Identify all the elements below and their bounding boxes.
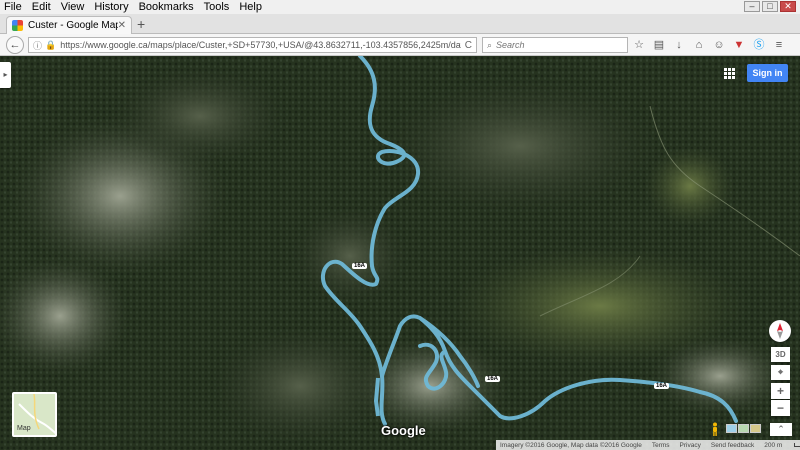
tab-bar: Custer - Google Maps ✕ + bbox=[0, 14, 800, 34]
map-canvas[interactable]: 16A 16A 16A ▸ Sign in 3D ⌖ + − Map Googl… bbox=[0, 56, 800, 450]
pocket-icon[interactable]: ▼ bbox=[732, 38, 746, 52]
side-panel-toggle[interactable]: ▸ bbox=[0, 62, 11, 88]
apps-grid-icon[interactable] bbox=[724, 68, 735, 79]
menu-bar: File Edit View History Bookmarks Tools H… bbox=[0, 0, 800, 14]
minimize-button[interactable]: – bbox=[744, 1, 760, 12]
menu-icon[interactable]: ≡ bbox=[772, 38, 786, 52]
layer-thumbnails bbox=[726, 424, 761, 433]
address-bar[interactable]: ⓘ 🔒 https://www.google.ca/maps/place/Cus… bbox=[28, 37, 477, 53]
clipboard-icon[interactable]: ▤ bbox=[652, 38, 666, 52]
info-icon[interactable]: ⓘ bbox=[33, 39, 42, 52]
skype-icon[interactable]: Ⓢ bbox=[752, 38, 766, 52]
scale-bar bbox=[794, 442, 800, 447]
sign-in-button[interactable]: Sign in bbox=[747, 64, 788, 82]
tab-title: Custer - Google Maps bbox=[28, 20, 118, 31]
layer-thumbnail[interactable] bbox=[726, 424, 737, 433]
chat-icon[interactable]: ☺ bbox=[712, 38, 726, 52]
home-icon[interactable]: ⌂ bbox=[692, 38, 706, 52]
maximize-button[interactable]: □ bbox=[762, 1, 778, 12]
zoom-out-button[interactable]: − bbox=[771, 400, 790, 416]
terms-link[interactable]: Terms bbox=[652, 442, 670, 449]
search-icon: ⌕ bbox=[487, 39, 493, 50]
search-input[interactable] bbox=[496, 40, 617, 50]
imagery-attribution: Imagery ©2016 Google, Map data ©2016 Goo… bbox=[500, 441, 642, 449]
expand-chevron-icon[interactable]: ⌃ bbox=[770, 423, 792, 436]
navigation-bar: ← ⓘ 🔒 https://www.google.ca/maps/place/C… bbox=[0, 34, 800, 56]
pegman-icon[interactable] bbox=[711, 422, 719, 436]
map-footer: Imagery ©2016 Google, Map data ©2016 Goo… bbox=[496, 440, 800, 450]
tab-custer-maps[interactable]: Custer - Google Maps ✕ bbox=[6, 16, 132, 34]
satellite-imagery bbox=[0, 56, 800, 450]
road-shield-16a: 16A bbox=[485, 376, 501, 382]
layer-thumbnail[interactable] bbox=[750, 424, 761, 433]
my-location-icon[interactable]: ⌖ bbox=[771, 365, 790, 380]
3d-toggle-button[interactable]: 3D bbox=[771, 347, 790, 362]
url-text[interactable]: https://www.google.ca/maps/place/Custer,… bbox=[60, 40, 461, 50]
menu-bookmarks[interactable]: Bookmarks bbox=[139, 1, 194, 13]
compass-icon[interactable] bbox=[769, 320, 791, 342]
toolbar-icons: ☆ ▤ ↓ ⌂ ☺ ▼ Ⓢ ≡ bbox=[632, 38, 786, 52]
layer-thumbnail[interactable] bbox=[738, 424, 749, 433]
menu-history[interactable]: History bbox=[94, 1, 128, 13]
menu-view[interactable]: View bbox=[61, 1, 85, 13]
reload-icon[interactable]: C bbox=[465, 40, 472, 51]
privacy-link[interactable]: Privacy bbox=[680, 442, 701, 449]
scale-label: 200 m bbox=[764, 441, 783, 449]
minimap-label: Map bbox=[17, 425, 31, 432]
menu-edit[interactable]: Edit bbox=[32, 1, 51, 13]
zoom-in-button[interactable]: + bbox=[771, 383, 790, 399]
download-icon[interactable]: ↓ bbox=[672, 38, 686, 52]
new-tab-button[interactable]: + bbox=[137, 17, 145, 31]
back-button[interactable]: ← bbox=[6, 36, 24, 54]
road-shield-16a: 16A bbox=[352, 263, 368, 269]
window-controls: – □ ✕ bbox=[744, 1, 796, 12]
scale-indicator[interactable]: 200 m bbox=[764, 442, 800, 449]
google-maps-favicon-icon bbox=[12, 20, 23, 31]
lock-icon: 🔒 bbox=[45, 39, 57, 50]
menu-help[interactable]: Help bbox=[239, 1, 262, 13]
close-tab-icon[interactable]: ✕ bbox=[118, 20, 126, 31]
send-feedback-link[interactable]: Send feedback bbox=[711, 442, 754, 449]
star-icon[interactable]: ☆ bbox=[632, 38, 646, 52]
road-shield-16a: 16A bbox=[654, 383, 670, 389]
search-bar[interactable]: ⌕ bbox=[482, 37, 628, 53]
close-window-button[interactable]: ✕ bbox=[780, 1, 796, 12]
map-view-toggle[interactable]: Map bbox=[12, 392, 57, 437]
menu-tools[interactable]: Tools bbox=[204, 1, 230, 13]
google-logo: Google bbox=[381, 423, 426, 438]
menu-file[interactable]: File bbox=[4, 1, 22, 13]
